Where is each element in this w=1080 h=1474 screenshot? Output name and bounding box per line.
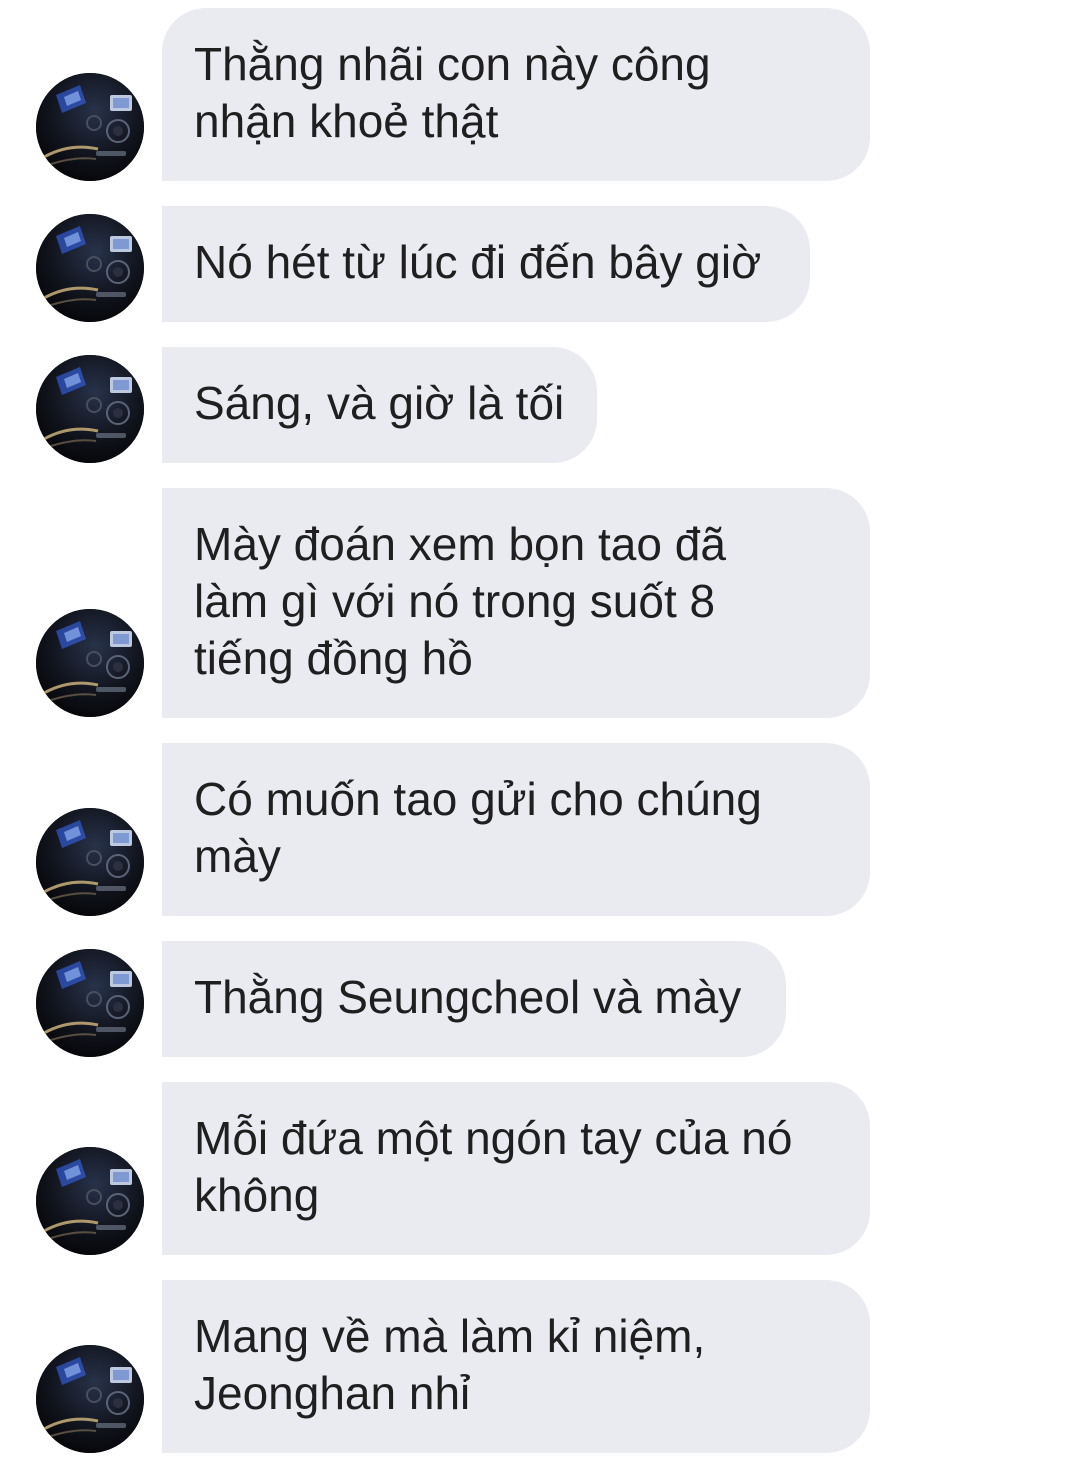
- message-bubble[interactable]: Thằng nhãi con này công nhận khoẻ thật: [162, 8, 870, 181]
- car-dashboard-avatar-icon: [36, 73, 144, 181]
- message-text: Mày đoán xem bọn tao đã làm gì với nó tr…: [194, 518, 726, 684]
- car-dashboard-avatar-icon: [36, 949, 144, 1057]
- sender-avatar[interactable]: [36, 1147, 144, 1255]
- message-bubble[interactable]: Thằng Seungcheol và mày: [162, 941, 786, 1057]
- car-dashboard-avatar-icon: [36, 214, 144, 322]
- sender-avatar[interactable]: [36, 609, 144, 717]
- message-bubble[interactable]: Mỗi đứa một ngón tay của nó không: [162, 1082, 870, 1255]
- message-text: Mỗi đứa một ngón tay của nó không: [194, 1112, 793, 1221]
- message-bubble[interactable]: Mang về mà làm kỉ niệm, Jeonghan nhỉ: [162, 1280, 870, 1453]
- sender-avatar[interactable]: [36, 214, 144, 322]
- car-dashboard-avatar-icon: [36, 1345, 144, 1453]
- message-text: Sáng, và giờ là tối: [194, 377, 565, 429]
- message-text: Thằng Seungcheol và mày: [194, 971, 742, 1023]
- car-dashboard-avatar-icon: [36, 355, 144, 463]
- message-bubble[interactable]: Mày đoán xem bọn tao đã làm gì với nó tr…: [162, 488, 870, 718]
- message-bubble[interactable]: Có muốn tao gửi cho chúng mày: [162, 743, 870, 916]
- message-text: Nó hét từ lúc đi đến bây giờ: [194, 236, 762, 288]
- sender-avatar[interactable]: [36, 1345, 144, 1453]
- car-dashboard-avatar-icon: [36, 1147, 144, 1255]
- message-text: Có muốn tao gửi cho chúng mày: [194, 773, 762, 882]
- sender-avatar[interactable]: [36, 808, 144, 916]
- message-bubble[interactable]: Sáng, và giờ là tối: [162, 347, 597, 463]
- sender-avatar[interactable]: [36, 355, 144, 463]
- message-bubble[interactable]: Nó hét từ lúc đi đến bây giờ: [162, 206, 810, 322]
- car-dashboard-avatar-icon: [36, 808, 144, 916]
- message-text: Thằng nhãi con này công nhận khoẻ thật: [194, 38, 711, 147]
- message-text: Mang về mà làm kỉ niệm, Jeonghan nhỉ: [194, 1310, 706, 1419]
- sender-avatar[interactable]: [36, 73, 144, 181]
- sender-avatar[interactable]: [36, 949, 144, 1057]
- car-dashboard-avatar-icon: [36, 609, 144, 717]
